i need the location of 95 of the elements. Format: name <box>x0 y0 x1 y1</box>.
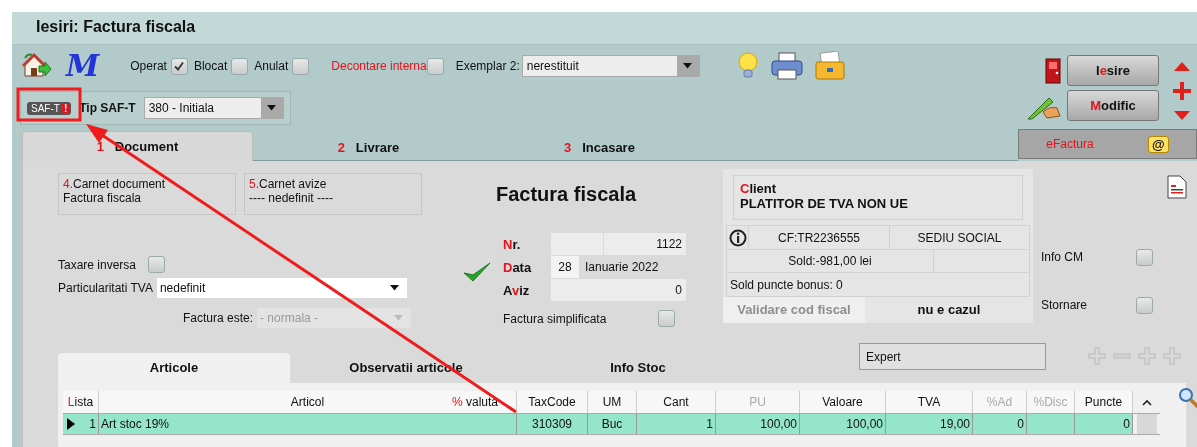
tab[interactable]: Articole <box>58 353 290 383</box>
field-label: Data <box>503 259 533 275</box>
series-field[interactable] <box>551 233 603 255</box>
field-label: Aviz <box>503 282 531 298</box>
client-name-box[interactable]: Client PLATITOR DE TVA NON UE <box>733 175 1023 221</box>
carnet-box[interactable]: 5.Carnet avize ---- nedefinit ---- <box>244 173 422 215</box>
option-label: Anulat <box>254 59 289 73</box>
option-label: Blocat <box>193 59 228 73</box>
dropdown[interactable]: 380 - Initiala <box>143 97 284 119</box>
field-label: Factura simplificata <box>503 311 607 326</box>
carnet-value: ---- nedefinit ---- <box>249 191 334 205</box>
field-label: Factura este: <box>183 310 254 325</box>
column-header[interactable]: TaxCode <box>517 391 588 413</box>
checkbox[interactable] <box>170 57 188 75</box>
email-icon[interactable]: @ <box>1148 135 1169 153</box>
dropdown[interactable]: nedefinit <box>156 277 407 298</box>
day-field[interactable]: 28 <box>551 256 579 278</box>
search-icon[interactable] <box>1178 387 1197 409</box>
table-cell: 1 <box>89 417 96 431</box>
down-arrow-icon[interactable] <box>1174 111 1190 121</box>
table-cell: 100,00 <box>846 417 883 431</box>
card-box-icon[interactable] <box>813 51 846 81</box>
validation-status: nu e cazul <box>916 301 982 319</box>
scrollbar-track[interactable] <box>1137 414 1157 434</box>
document-icon[interactable] <box>1167 175 1187 199</box>
column-header[interactable]: Lista <box>63 391 99 413</box>
column-header[interactable]: Articol % valuta <box>99 391 517 413</box>
add-icon[interactable] <box>1173 82 1191 100</box>
info-icon[interactable] <box>728 228 747 247</box>
expert-field[interactable]: Expert <box>859 343 1046 370</box>
dropdown[interactable]: nerestituit <box>521 55 700 77</box>
table-cell: 310309 <box>531 417 572 431</box>
option-label: Stornare <box>1041 298 1088 312</box>
row-pointer-icon <box>67 418 75 430</box>
caret-icon <box>683 63 693 69</box>
modify-button[interactable]: Modific <box>1067 90 1159 121</box>
number-field[interactable]: 1122 <box>604 233 686 255</box>
window-title: Iesiri: Factura fiscala <box>12 12 1197 45</box>
option-label: Info CM <box>1041 250 1083 264</box>
exit-button[interactable]: Iesire <box>1067 55 1159 86</box>
column-header[interactable]: Cant <box>637 391 716 413</box>
client-address: SEDIU SOCIAL <box>916 229 1003 247</box>
fiscal-code: CF:TR2236555 <box>749 226 890 249</box>
client-name: PLATITOR DE TVA NON UE <box>740 196 909 211</box>
carnet-value: Factura fiscala <box>63 191 143 205</box>
month-year-text[interactable]: Ianuarie 2022 <box>579 260 659 274</box>
efactura-panel[interactable]: eFactura @ <box>1018 129 1197 159</box>
field-label: Nr. <box>503 236 522 252</box>
caret-icon <box>1141 398 1152 406</box>
checkbox[interactable] <box>426 57 444 75</box>
column-header[interactable]: Valoare <box>800 391 886 413</box>
checkbox[interactable] <box>658 310 676 327</box>
table-cell: 100,00 <box>760 417 797 431</box>
carnet-label: 4.Carnet document <box>63 177 167 191</box>
caret-icon <box>267 105 277 111</box>
check-icon <box>173 60 186 72</box>
table-cell: 19,00 <box>939 417 970 431</box>
table-row[interactable]: 1 Art stoc 19% 310309 Buc 1 100,00 100,00 19,00 0 0 <box>63 413 1160 435</box>
caret-icon <box>394 314 404 321</box>
column-header[interactable]: TVA <box>886 391 973 413</box>
column-header[interactable]: Puncte <box>1075 391 1133 413</box>
carnet-label: 5.Carnet avize <box>249 177 328 191</box>
checkbox[interactable] <box>1136 296 1153 314</box>
table-cell: 0 <box>1017 417 1024 431</box>
checkbox[interactable] <box>292 57 310 75</box>
saf-t-badge[interactable]: SAF-T ! <box>27 101 72 115</box>
up-arrow-icon[interactable] <box>1174 61 1190 71</box>
field-label: Exemplar 2: <box>455 59 520 73</box>
printer-icon[interactable] <box>769 51 804 81</box>
checkbox[interactable] <box>148 256 166 273</box>
tab[interactable]: Info Stoc <box>522 353 754 383</box>
column-header[interactable]: UM <box>588 391 637 413</box>
option-label: Decontare interna <box>331 59 427 73</box>
table-cell: Art stoc 19% <box>101 417 170 431</box>
carnet-box[interactable]: 4.Carnet document Factura fiscala <box>58 173 236 215</box>
table-cell: 0 <box>1123 417 1130 431</box>
checkbox[interactable] <box>231 57 249 75</box>
light-bulb-icon[interactable] <box>735 51 760 81</box>
client-label: Client <box>740 181 778 196</box>
field-label: Particularitati TVA <box>58 280 153 295</box>
document-title: Factura fiscala <box>496 183 638 207</box>
field-label: Tip SAF-T <box>79 101 136 115</box>
field-label: Taxare inversa <box>58 257 137 272</box>
bonus-points: Sold puncte bonus: 0 <box>729 276 843 294</box>
logo[interactable]: M <box>66 51 99 81</box>
client-balance: Sold:-981,00 lei <box>727 249 934 273</box>
house-arrow-icon[interactable] <box>22 52 52 80</box>
checkbox[interactable] <box>1136 248 1153 266</box>
table-cell: Buc <box>601 417 623 431</box>
option-label: Operat <box>130 59 167 73</box>
door-icon[interactable] <box>1045 57 1061 84</box>
caret-icon <box>389 284 399 291</box>
aviz-field[interactable]: 0 <box>551 279 686 301</box>
checkmark-icon <box>463 261 491 283</box>
table-cell: 1 <box>706 417 713 431</box>
